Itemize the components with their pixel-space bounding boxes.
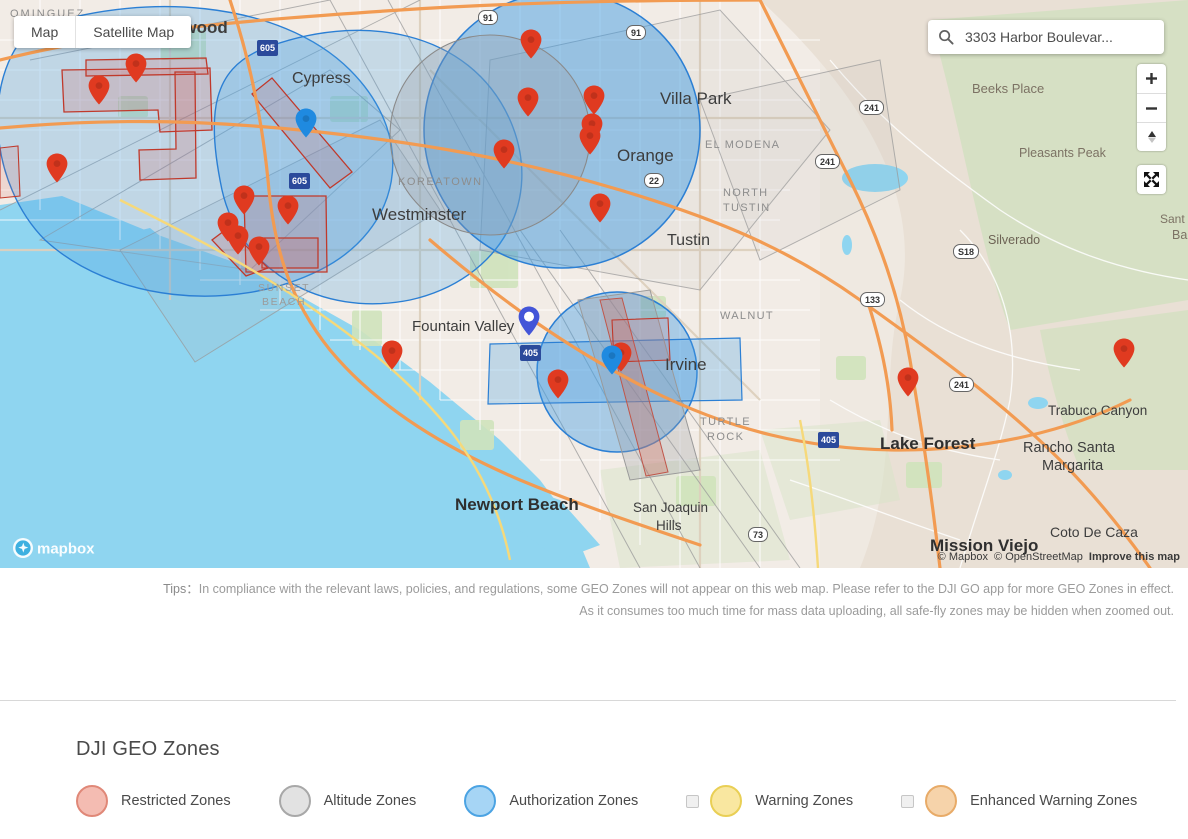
restricted-marker[interactable] (588, 192, 612, 229)
restricted-marker[interactable] (124, 52, 148, 89)
satellite-view-button[interactable]: Satellite Map (75, 16, 191, 48)
map-navigation-controls[interactable] (1137, 64, 1166, 151)
svg-text:mapbox: mapbox (37, 541, 95, 558)
restricted-marker[interactable] (87, 74, 111, 111)
restricted-marker[interactable] (1112, 337, 1136, 374)
map-view[interactable]: OMINGUEZakewoodCypressVilla ParkBeeks Pl… (0, 0, 1188, 568)
tips-label: Tips： (163, 582, 199, 596)
zoom-in-button[interactable] (1137, 64, 1166, 93)
legend-label: Enhanced Warning Zones (970, 793, 1137, 809)
search-icon (938, 29, 954, 45)
map-view-button[interactable]: Map (14, 16, 75, 48)
legend-section: DJI GEO Zones Restricted Zones Altitude Z… (76, 738, 1137, 817)
legend-title: DJI GEO Zones (76, 738, 1137, 761)
tips-text-1: In compliance with the relevant laws, po… (199, 582, 1174, 596)
legend-color-swatch (710, 785, 742, 817)
legend-color-swatch (76, 785, 108, 817)
zoom-out-button[interactable] (1137, 93, 1166, 122)
restricted-marker[interactable] (45, 152, 69, 189)
legend-item-authorization-zones[interactable]: Authorization Zones (464, 785, 638, 817)
legend-label: Warning Zones (755, 793, 853, 809)
legend-label: Authorization Zones (509, 793, 638, 809)
legend-checkbox[interactable] (686, 795, 699, 808)
section-divider (0, 700, 1176, 701)
attribution-mapbox[interactable]: © Mapbox (938, 551, 988, 563)
authorization-marker[interactable] (600, 344, 624, 381)
restricted-marker[interactable] (896, 366, 920, 403)
restricted-marker[interactable] (276, 194, 300, 231)
restricted-marker[interactable] (546, 368, 570, 405)
authorization-marker[interactable] (294, 107, 318, 144)
mapbox-logo[interactable]: mapbox (12, 537, 100, 559)
legend-item-altitude-zones[interactable]: Altitude Zones (279, 785, 417, 817)
location-search-box[interactable] (928, 20, 1164, 54)
attribution-osm[interactable]: © OpenStreetMap (994, 551, 1083, 563)
legend-label: Altitude Zones (324, 793, 417, 809)
basemap-toggle[interactable]: Map Satellite Map (14, 16, 191, 48)
compass-reset-button[interactable] (1137, 122, 1166, 151)
legend-item-enhanced-warning-zones[interactable]: Enhanced Warning Zones (901, 785, 1137, 817)
restricted-marker[interactable] (247, 235, 271, 272)
legend-items[interactable]: Restricted Zones Altitude Zones Authorizat… (76, 785, 1137, 817)
legend-label: Restricted Zones (121, 793, 231, 809)
restricted-marker[interactable] (380, 339, 404, 376)
legend-item-warning-zones[interactable]: Warning Zones (686, 785, 853, 817)
map-attribution[interactable]: © Mapbox © OpenStreetMap Improve this ma… (935, 551, 1180, 563)
legend-color-swatch (925, 785, 957, 817)
restricted-marker[interactable] (492, 138, 516, 175)
legend-color-swatch (464, 785, 496, 817)
restricted-marker[interactable] (578, 124, 602, 161)
legend-item-restricted-zones[interactable]: Restricted Zones (76, 785, 231, 817)
legend-checkbox[interactable] (901, 795, 914, 808)
legend-color-swatch (279, 785, 311, 817)
tips-line-1: Tips：In compliance with the relevant law… (14, 578, 1174, 600)
restricted-marker[interactable] (519, 28, 543, 65)
tips-section: Tips：In compliance with the relevant law… (0, 578, 1188, 622)
tips-line-2: As it consumes too much time for mass da… (14, 600, 1174, 622)
fullscreen-button[interactable] (1137, 165, 1166, 194)
search-input[interactable] (963, 28, 1154, 46)
improve-map-link[interactable]: Improve this map (1089, 551, 1180, 563)
restricted-marker[interactable] (516, 86, 540, 123)
search-result-marker[interactable] (517, 305, 541, 342)
